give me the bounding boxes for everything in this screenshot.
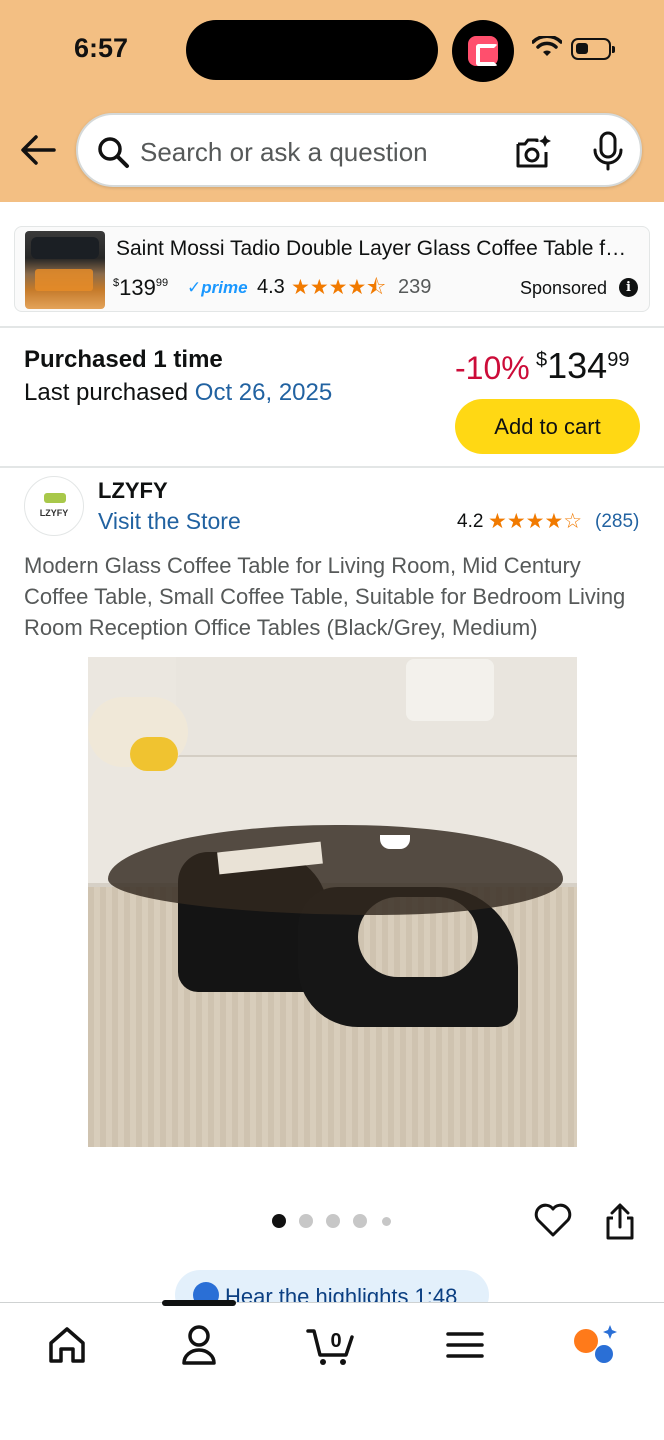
last-purchased: Last purchased Oct 26, 2025 bbox=[24, 379, 333, 406]
heart-icon[interactable] bbox=[534, 1202, 572, 1238]
info-icon[interactable]: i bbox=[619, 278, 638, 297]
carousel-dot[interactable] bbox=[272, 1214, 286, 1228]
sponsored-label: Sponsored bbox=[520, 278, 608, 298]
purchased-count: Purchased 1 time bbox=[24, 346, 223, 373]
ad-review-count: 239 bbox=[398, 276, 432, 298]
brand-logo[interactable]: LZYFY bbox=[24, 476, 84, 536]
search-input[interactable]: Search or ask a question bbox=[76, 113, 642, 187]
wifi-icon bbox=[532, 36, 562, 56]
camera-search-icon[interactable] bbox=[514, 133, 552, 171]
recording-app-icon[interactable] bbox=[452, 20, 514, 82]
current-price: $13499 bbox=[536, 345, 630, 386]
last-purchased-date[interactable]: Oct 26, 2025 bbox=[195, 379, 332, 406]
discount-percent: -10% bbox=[455, 350, 530, 386]
sponsored-product-ad[interactable]: Saint Mossi Tadio Double Layer Glass Cof… bbox=[14, 226, 650, 312]
visit-store-link[interactable]: Visit the Store bbox=[98, 508, 241, 535]
search-placeholder: Search or ask a question bbox=[140, 137, 428, 167]
image-carousel-dots[interactable] bbox=[270, 1214, 394, 1230]
cart-count: 0 bbox=[330, 1330, 341, 1352]
status-time: 6:57 bbox=[74, 33, 129, 63]
header: 6:57 Search or ask a question bbox=[0, 0, 664, 202]
carousel-dot[interactable] bbox=[353, 1214, 367, 1228]
ad-product-thumbnail bbox=[25, 231, 105, 309]
battery-icon bbox=[571, 38, 615, 60]
ad-product-title: Saint Mossi Tadio Double Layer Glass Cof… bbox=[116, 237, 636, 260]
ad-price: $13999 bbox=[113, 275, 169, 300]
microphone-icon[interactable] bbox=[590, 131, 626, 171]
ad-rating: 4.3 bbox=[257, 276, 285, 298]
add-to-cart-button[interactable]: Add to cart bbox=[455, 399, 640, 454]
home-icon[interactable] bbox=[42, 1323, 92, 1367]
active-tab-indicator bbox=[162, 1300, 236, 1306]
product-star-rating[interactable]: ★★★★☆ bbox=[488, 509, 582, 534]
cart-icon[interactable]: 0 bbox=[306, 1323, 356, 1367]
product-image[interactable] bbox=[88, 657, 577, 1147]
brand-name: LZYFY bbox=[98, 478, 168, 503]
carousel-dot[interactable] bbox=[326, 1214, 340, 1228]
rufus-ai-icon[interactable] bbox=[570, 1323, 620, 1367]
product-title: Modern Glass Coffee Table for Living Roo… bbox=[24, 553, 626, 640]
account-icon[interactable] bbox=[174, 1323, 224, 1367]
dynamic-island bbox=[186, 20, 438, 80]
back-arrow-icon[interactable] bbox=[18, 132, 58, 168]
carousel-dot[interactable] bbox=[382, 1217, 391, 1226]
prime-badge: ✓prime bbox=[187, 278, 248, 297]
share-icon[interactable] bbox=[602, 1203, 638, 1241]
search-icon bbox=[98, 137, 129, 168]
menu-icon[interactable] bbox=[440, 1323, 490, 1367]
ad-star-rating: ★★★★⯪ bbox=[291, 276, 387, 299]
divider bbox=[0, 326, 664, 328]
carousel-dot[interactable] bbox=[299, 1214, 313, 1228]
product-rating: 4.2 bbox=[457, 511, 484, 532]
bottom-navigation: 0 bbox=[0, 1300, 664, 1440]
product-review-count[interactable]: (285) bbox=[595, 511, 639, 533]
divider bbox=[0, 466, 664, 468]
